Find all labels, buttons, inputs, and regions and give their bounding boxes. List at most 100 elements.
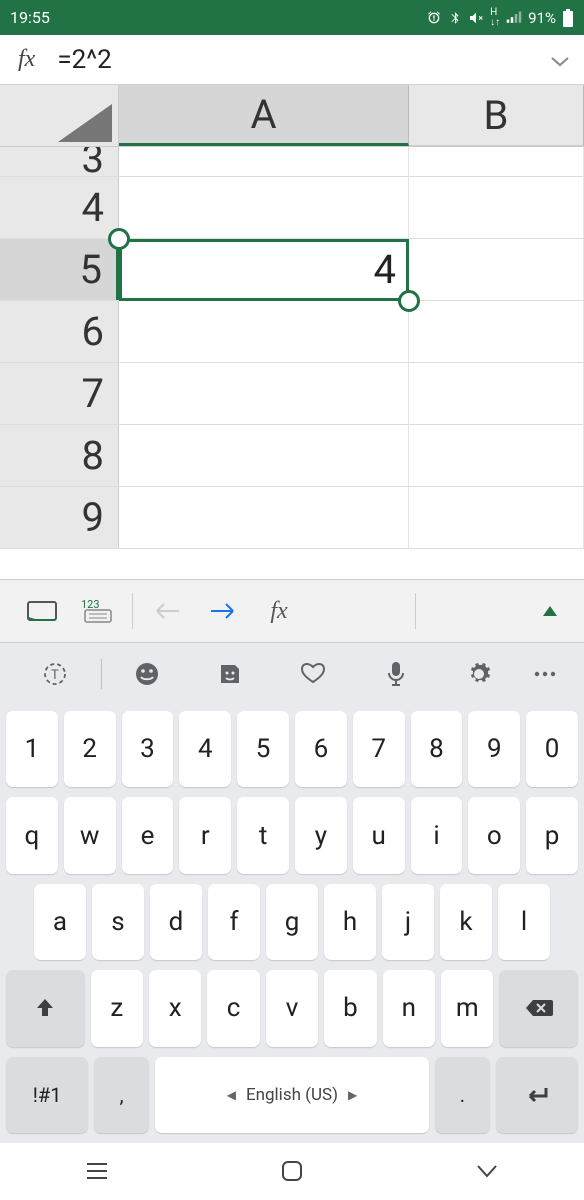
key-p[interactable]: p (526, 797, 578, 873)
key-s[interactable]: s (92, 884, 144, 960)
key-7[interactable]: 7 (353, 711, 405, 787)
key-comma[interactable]: , (94, 1057, 149, 1133)
key-j[interactable]: j (382, 884, 434, 960)
expand-formula-icon[interactable] (550, 48, 570, 72)
key-n[interactable]: n (383, 970, 435, 1046)
kb-row-3: z x c v b n m (6, 970, 578, 1046)
key-d[interactable]: d (150, 884, 202, 960)
cell-b5[interactable] (409, 239, 584, 300)
key-6[interactable]: 6 (295, 711, 347, 787)
cell-b6[interactable] (409, 301, 584, 362)
cell-a4[interactable] (119, 177, 409, 238)
recents-button[interactable] (57, 1162, 137, 1180)
row-header-6[interactable]: 6 (0, 301, 119, 362)
more-icon[interactable] (520, 670, 570, 678)
row-header-9[interactable]: 9 (0, 487, 119, 548)
key-e[interactable]: e (122, 797, 174, 873)
key-m[interactable]: m (441, 970, 493, 1046)
key-symbols[interactable]: !#1 (6, 1057, 88, 1133)
row-header-5[interactable]: 5 (0, 239, 119, 300)
key-k[interactable]: k (440, 884, 492, 960)
key-f[interactable]: f (208, 884, 260, 960)
card-view-icon[interactable] (14, 583, 70, 639)
spreadsheet[interactable]: A B 3 4 5 4 6 7 8 (0, 85, 584, 579)
cell-a5[interactable]: 4 (119, 239, 409, 300)
key-enter[interactable] (496, 1057, 578, 1133)
row-header-7[interactable]: 7 (0, 363, 119, 424)
selection-handle-br[interactable] (398, 290, 420, 312)
back-button[interactable] (447, 1164, 527, 1178)
battery-percent: 91% (528, 9, 556, 27)
cell-b8[interactable] (409, 425, 584, 486)
formula-bar[interactable]: fx =2^2 (0, 35, 584, 85)
key-o[interactable]: o (468, 797, 520, 873)
mic-icon[interactable] (355, 661, 438, 687)
cell-a3[interactable] (119, 147, 409, 176)
key-l[interactable]: l (498, 884, 550, 960)
key-space[interactable]: ◀ English (US) ▶ (155, 1057, 429, 1133)
key-v[interactable]: v (266, 970, 318, 1046)
col-header-a[interactable]: A (119, 85, 409, 146)
forward-arrow-icon[interactable] (195, 583, 251, 639)
key-w[interactable]: w (64, 797, 116, 873)
row-header-4[interactable]: 4 (0, 177, 119, 238)
keyboard-keys: 1 2 3 4 5 6 7 8 9 0 q w e r t y u i o p … (0, 705, 584, 1143)
key-x[interactable]: x (149, 970, 201, 1046)
key-4[interactable]: 4 (179, 711, 231, 787)
back-arrow-icon[interactable] (139, 583, 195, 639)
key-1[interactable]: 1 (6, 711, 58, 787)
key-2[interactable]: 2 (64, 711, 116, 787)
key-5[interactable]: 5 (237, 711, 289, 787)
row-header-3[interactable]: 3 (0, 147, 119, 176)
numeric-keyboard-icon[interactable]: 123 (70, 583, 126, 639)
bluetooth-icon (448, 10, 462, 26)
column-headers: A B (0, 85, 584, 147)
key-i[interactable]: i (411, 797, 463, 873)
key-9[interactable]: 9 (468, 711, 520, 787)
key-shift[interactable] (6, 970, 85, 1046)
cell-b9[interactable] (409, 487, 584, 548)
selection-handle-tl[interactable] (108, 228, 130, 250)
gif-heart-icon[interactable] (272, 662, 355, 686)
key-t[interactable]: t (237, 797, 289, 873)
cell-b7[interactable] (409, 363, 584, 424)
row-header-8[interactable]: 8 (0, 425, 119, 486)
key-period[interactable]: . (435, 1057, 490, 1133)
row-7: 7 (0, 363, 584, 425)
col-header-b[interactable]: B (409, 85, 584, 146)
keyboard-toolbar: T (0, 643, 584, 705)
cell-a7[interactable] (119, 363, 409, 424)
key-8[interactable]: 8 (411, 711, 463, 787)
select-all-corner[interactable] (0, 85, 119, 147)
key-r[interactable]: r (179, 797, 231, 873)
home-button[interactable] (252, 1159, 332, 1183)
key-c[interactable]: c (207, 970, 259, 1046)
fx-toolbar-icon[interactable]: fx (251, 583, 307, 639)
key-0[interactable]: 0 (526, 711, 578, 787)
emoji-icon[interactable] (106, 661, 189, 687)
cell-b3[interactable] (409, 147, 584, 176)
row-6: 6 (0, 301, 584, 363)
cell-a6[interactable] (119, 301, 409, 362)
key-b[interactable]: b (324, 970, 376, 1046)
signal-icon (506, 11, 522, 25)
key-a[interactable]: a (34, 884, 86, 960)
expand-toolbar-icon[interactable] (530, 583, 570, 639)
kb-num-row: 1 2 3 4 5 6 7 8 9 0 (6, 711, 578, 787)
key-3[interactable]: 3 (122, 711, 174, 787)
key-u[interactable]: u (353, 797, 405, 873)
key-backspace[interactable] (499, 970, 578, 1046)
key-z[interactable]: z (91, 970, 143, 1046)
formula-input[interactable]: =2^2 (57, 45, 550, 75)
key-q[interactable]: q (6, 797, 58, 873)
status-time: 19:55 (10, 8, 50, 27)
key-h[interactable]: h (324, 884, 376, 960)
key-g[interactable]: g (266, 884, 318, 960)
cell-b4[interactable] (409, 177, 584, 238)
key-y[interactable]: y (295, 797, 347, 873)
text-rotate-icon[interactable]: T (14, 661, 97, 687)
cell-a8[interactable] (119, 425, 409, 486)
sticker-icon[interactable] (189, 661, 272, 687)
cell-a9[interactable] (119, 487, 409, 548)
settings-icon[interactable] (437, 661, 520, 687)
